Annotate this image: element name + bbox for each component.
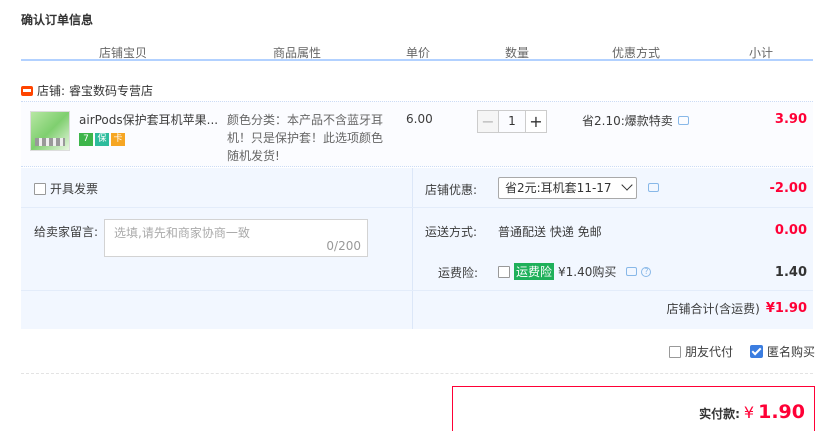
header-item: 店铺宝贝: [99, 46, 148, 60]
header-quantity: 数量: [505, 46, 530, 60]
guarantee-icon[interactable]: 保: [95, 133, 109, 146]
shop-name-link[interactable]: 睿宝数码专营店: [69, 82, 153, 99]
shipping-amount: 0.00: [774, 223, 807, 238]
quantity-input[interactable]: 1: [499, 110, 525, 133]
header-discount: 优惠方式: [612, 46, 661, 60]
payment-summary: 实付款: ¥ 1.90: [452, 386, 815, 431]
shop-total-value: ¥1.90: [765, 301, 807, 316]
discount-info: 省2.10:爆款特卖: [582, 112, 689, 129]
comment-icon[interactable]: [648, 183, 659, 192]
insurance-text: ¥1.40购买: [558, 265, 617, 279]
anonymous-checkbox[interactable]: [749, 345, 763, 358]
product-thumbnail[interactable]: [30, 111, 70, 151]
payment-label: 实付款:: [699, 407, 740, 421]
shop-line: 店铺: 睿宝数码专营店: [21, 82, 153, 99]
item-row: airPods保护套耳机苹果... 7 保 卡 颜色分类：本产品不含蓝牙耳机！只…: [21, 101, 813, 167]
friend-pay-option[interactable]: 朋友代付: [668, 343, 733, 360]
payment-amount: 1.90: [758, 401, 805, 423]
insurance-tag: 运费险: [514, 263, 555, 280]
quantity-minus-button[interactable]: −: [477, 110, 499, 133]
section-divider: [21, 373, 813, 374]
friend-pay-label: 朋友代付: [684, 345, 733, 359]
friend-pay-checkbox[interactable]: [668, 345, 681, 358]
shipping-method: 普通配送 快递 免邮: [498, 225, 602, 239]
shop-discount-selected: 省2元:耳机套11-17: [505, 181, 612, 195]
insurance-checkbox[interactable]: [498, 265, 510, 278]
shipping-label: 运送方式:: [425, 225, 478, 239]
insurance-label: 运费险:: [438, 266, 479, 280]
row-divider: [21, 290, 813, 291]
comment-icon[interactable]: [626, 267, 638, 276]
insurance-amount: 1.40: [774, 265, 807, 280]
service-badges: 7 保 卡: [79, 133, 125, 146]
shop-discount-select[interactable]: 省2元:耳机套11-17: [498, 177, 637, 199]
quantity-plus-button[interactable]: +: [525, 110, 547, 133]
header-price: 单价: [406, 46, 431, 60]
chevron-down-icon: [621, 179, 633, 191]
row-divider: [21, 207, 813, 208]
credit-card-icon[interactable]: 卡: [111, 133, 125, 146]
anonymous-label: 匿名购买: [766, 345, 815, 359]
payment-line: 实付款: ¥ 1.90: [699, 401, 805, 423]
options-left: 开具发票 给卖家留言: 选填,请先和商家协商一致 0/200: [21, 168, 412, 329]
header-attributes: 商品属性: [273, 46, 322, 60]
message-placeholder: 选填,请先和商家协商一致: [114, 226, 250, 240]
header-subtotal: 小计: [749, 46, 774, 60]
page-title: 确认订单信息: [21, 13, 94, 27]
invoice-checkbox[interactable]: [34, 182, 46, 195]
quantity-stepper: − 1 +: [477, 110, 547, 133]
product-attributes: 颜色分类：本产品不含蓝牙耳机！只是保护套！此选项颜色随机发货!: [227, 113, 384, 163]
currency-symbol: ¥: [743, 403, 755, 422]
discount-text: 省2.10:爆款特卖: [582, 114, 673, 128]
shop-discount-label: 店铺优惠:: [425, 183, 478, 197]
shop-total-label: 店铺合计(含运费): [666, 302, 760, 316]
message-label: 给卖家留言:: [34, 225, 99, 239]
column-headers: 店铺宝贝 商品属性 单价 数量 优惠方式 小计: [21, 44, 813, 61]
unit-price: 6.00: [406, 112, 433, 126]
item-subtotal: 3.90: [774, 112, 807, 127]
message-textarea[interactable]: 选填,请先和商家协商一致 0/200: [104, 219, 368, 257]
order-options-panel: 开具发票 给卖家留言: 选填,请先和商家协商一致 0/200 店铺优惠: 省2元…: [21, 168, 813, 329]
invoice-option[interactable]: 开具发票: [34, 180, 98, 197]
bottom-options: 朋友代付 匿名购买: [668, 343, 815, 360]
anonymous-option[interactable]: 匿名购买: [749, 343, 815, 360]
insurance-option[interactable]: 运费险 ¥1.40购买 ?: [498, 263, 652, 280]
invoice-label: 开具发票: [50, 182, 99, 196]
shop-total: 店铺合计(含运费) ¥1.90: [667, 300, 808, 317]
help-icon[interactable]: ?: [641, 266, 652, 277]
comment-icon[interactable]: [677, 116, 689, 125]
shop-icon: [21, 85, 33, 96]
seven-day-return-icon[interactable]: 7: [79, 133, 93, 146]
message-char-count: 0/200: [326, 239, 361, 253]
shop-discount-amount: -2.00: [769, 181, 807, 196]
shop-prefix: 店铺:: [37, 84, 66, 98]
product-name-link[interactable]: airPods保护套耳机苹果...: [79, 111, 218, 128]
